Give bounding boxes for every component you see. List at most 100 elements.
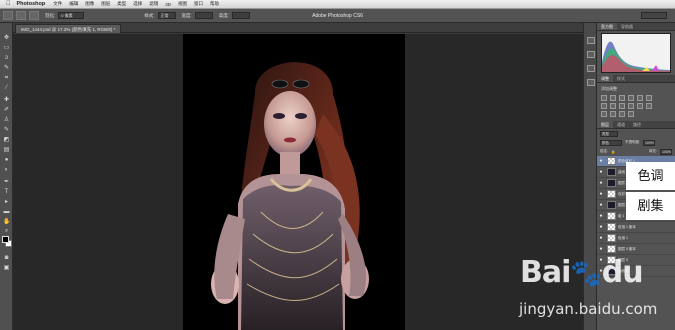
marquee-tool-icon[interactable]: ▭	[3, 45, 10, 51]
visibility-eye-icon[interactable]: ●	[597, 213, 605, 219]
style-select[interactable]: 正常	[157, 12, 176, 19]
layer-filter-row: 类型	[597, 129, 675, 138]
gradient-tool-icon[interactable]: ▤	[3, 147, 10, 153]
properties-panel-icon[interactable]	[587, 65, 595, 72]
brightness-adjust-icon[interactable]	[601, 95, 607, 101]
menu-edit[interactable]: 编辑	[69, 1, 78, 7]
vibrance-adjust-icon[interactable]	[637, 95, 643, 101]
menu-window[interactable]: 窗口	[194, 1, 203, 7]
menu-type[interactable]: 类型	[117, 1, 126, 7]
layer-name: 色相 1 副本	[618, 224, 636, 229]
tab-navigator[interactable]: 导航器	[617, 23, 637, 30]
visibility-eye-icon[interactable]: ●	[597, 191, 605, 197]
caption-series: 剧集	[626, 192, 675, 220]
document-photo[interactable]	[183, 34, 405, 330]
canvas-area[interactable]	[13, 34, 583, 330]
layer-name: 组 1	[618, 213, 625, 218]
opacity-input[interactable]: 100%	[642, 139, 655, 146]
tab-paths[interactable]: 路径	[629, 121, 645, 128]
workspace-switcher[interactable]	[641, 12, 667, 19]
document-tab[interactable]: IMG_1444.psd @ 17.3% (颜色填充 1, RGB/8) *	[15, 24, 122, 33]
threshold-adjust-icon[interactable]	[619, 111, 625, 117]
tab-layers[interactable]: 图层	[597, 121, 613, 128]
visibility-eye-icon[interactable]: ●	[597, 246, 605, 252]
gradient-map-adjust-icon[interactable]	[646, 95, 652, 101]
brush-tool-icon[interactable]: ✐	[3, 107, 10, 113]
apple-icon[interactable]: 	[6, 1, 11, 7]
levels-adjust-icon[interactable]	[610, 95, 616, 101]
menu-filter[interactable]: 滤镜	[149, 1, 158, 7]
menu-image[interactable]: 图像	[85, 1, 94, 7]
info-panel-icon[interactable]	[587, 79, 595, 86]
layer-thumbnail	[607, 201, 616, 209]
posterize-adjust-icon[interactable]	[610, 111, 616, 117]
crop-tool-icon[interactable]: ⌗	[3, 75, 10, 81]
hand-tool-icon[interactable]: ✋	[3, 219, 10, 225]
history-panel-icon[interactable]	[587, 37, 595, 44]
layer-kind-filter[interactable]: 类型	[600, 130, 618, 137]
menu-select[interactable]: 选择	[133, 1, 142, 7]
dodge-tool-icon[interactable]: ◐	[3, 167, 10, 173]
width-input[interactable]	[194, 12, 213, 19]
tab-channels[interactable]: 通道	[613, 121, 629, 128]
eraser-tool-icon[interactable]: ◩	[3, 137, 10, 143]
hue-saturation-adjust-icon[interactable]	[601, 103, 607, 109]
layer-row[interactable]: ● 色相 1 副本	[597, 222, 675, 233]
type-tool-icon[interactable]: T	[3, 189, 10, 195]
exposure-adjust-icon[interactable]	[628, 95, 634, 101]
layer-row[interactable]: ● 色相 1	[597, 233, 675, 244]
height-label: 高度:	[218, 12, 230, 18]
height-input[interactable]	[232, 12, 251, 19]
layer-row[interactable]: ● 图层 5 副本	[597, 244, 675, 255]
visibility-eye-icon[interactable]: ●	[597, 180, 605, 186]
lock-icon[interactable]: 🔒	[611, 150, 615, 154]
curves-adjust-icon[interactable]	[619, 95, 625, 101]
black-white-adjust-icon[interactable]	[619, 103, 625, 109]
fill-input[interactable]: 100%	[660, 148, 672, 155]
fill-label: 填充:	[649, 149, 657, 153]
menu-layer[interactable]: 图层	[101, 1, 110, 7]
new-selection-icon[interactable]	[16, 11, 26, 20]
tab-adjustments[interactable]: 调整	[597, 75, 613, 82]
color-lookup-adjust-icon[interactable]	[646, 103, 652, 109]
quick-mask-icon[interactable]: ◙	[3, 255, 10, 261]
photo-filter-adjust-icon[interactable]	[628, 103, 634, 109]
move-tool-icon[interactable]: ✥	[3, 35, 10, 41]
healing-tool-icon[interactable]: ✚	[3, 97, 10, 103]
color-balance-adjust-icon[interactable]	[610, 103, 616, 109]
adjustment-icons-row-1	[597, 94, 675, 102]
stamp-tool-icon[interactable]: ♙	[3, 117, 10, 123]
menu-app-name[interactable]: Photoshop	[17, 1, 46, 7]
document-tab-bar: IMG_1444.psd @ 17.3% (颜色填充 1, RGB/8) *	[13, 23, 583, 33]
marquee-tool-preset-icon[interactable]	[3, 11, 13, 20]
visibility-eye-icon[interactable]: ●	[597, 202, 605, 208]
zoom-tool-icon[interactable]: ⌕	[3, 228, 10, 234]
blur-tool-icon[interactable]: ●	[3, 157, 10, 163]
visibility-eye-icon[interactable]: ●	[597, 224, 605, 230]
screen-mode-icon[interactable]: ▣	[3, 265, 10, 271]
pen-tool-icon[interactable]: ✒	[3, 179, 10, 185]
menu-view[interactable]: 视图	[178, 1, 187, 7]
tab-styles[interactable]: 样式	[613, 75, 629, 82]
tab-histogram[interactable]: 直方图	[597, 23, 617, 30]
menu-3d[interactable]: 3D	[165, 2, 171, 7]
visibility-eye-icon[interactable]: ●	[597, 169, 605, 175]
lasso-tool-icon[interactable]: ↄ	[3, 55, 10, 61]
path-select-tool-icon[interactable]: ▸	[3, 199, 10, 205]
foreground-color-swatch[interactable]	[2, 236, 9, 243]
quick-select-tool-icon[interactable]: ✎	[3, 65, 10, 71]
history-brush-tool-icon[interactable]: ✎	[3, 127, 10, 133]
blend-mode-select[interactable]: 颜色	[600, 139, 622, 146]
shape-tool-icon[interactable]: ▬	[3, 209, 10, 215]
menu-help[interactable]: 帮助	[210, 1, 219, 7]
eyedropper-tool-icon[interactable]: ⁄	[3, 85, 10, 91]
menu-file[interactable]: 文件	[53, 1, 62, 7]
selective-color-adjust-icon[interactable]	[628, 111, 634, 117]
add-selection-icon[interactable]	[29, 11, 39, 20]
channel-mixer-adjust-icon[interactable]	[637, 103, 643, 109]
invert-adjust-icon[interactable]	[601, 111, 607, 117]
actions-panel-icon[interactable]	[587, 51, 595, 58]
visibility-eye-icon[interactable]: ●	[597, 158, 605, 164]
feather-input[interactable]: 0 像素	[58, 12, 85, 19]
visibility-eye-icon[interactable]: ●	[597, 235, 605, 241]
